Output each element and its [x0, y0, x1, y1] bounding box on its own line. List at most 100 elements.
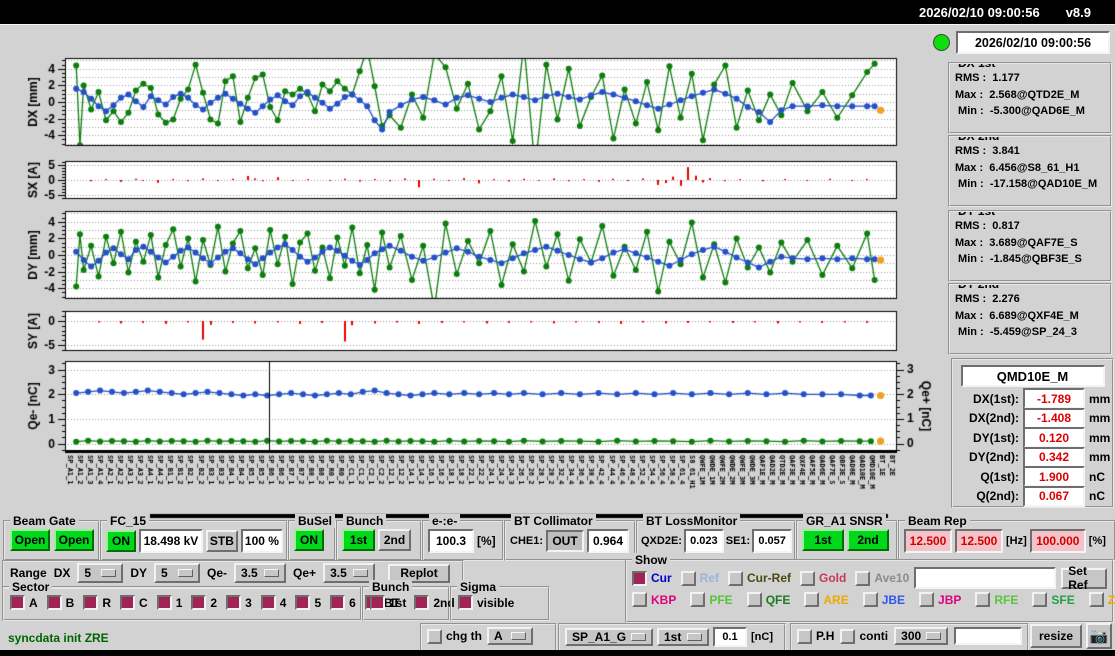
checkbox-icon[interactable]: [414, 595, 430, 610]
ref-file-input[interactable]: [914, 567, 1057, 589]
gr-a1-1st-button[interactable]: 1st: [802, 529, 844, 551]
status-check-chg-th[interactable]: chg th: [427, 628, 482, 644]
checkbox-icon[interactable]: [260, 595, 276, 610]
resize-button[interactable]: resize: [1030, 624, 1082, 648]
show-check-jbe[interactable]: JBE: [862, 592, 905, 607]
checkbox-icon[interactable]: [862, 592, 878, 607]
checkbox-icon[interactable]: [1088, 592, 1104, 607]
chg-th-select[interactable]: A: [487, 627, 533, 645]
fc15-stb-button[interactable]: STB: [205, 530, 238, 552]
option-menu-icon: [264, 569, 280, 577]
checkbox-icon[interactable]: [975, 592, 991, 607]
show-check-cur[interactable]: Cur: [632, 570, 672, 586]
extra-input[interactable]: [954, 627, 1023, 645]
checkbox-icon[interactable]: [728, 570, 744, 586]
sector-check-4[interactable]: 4: [260, 595, 286, 610]
beam-rep-title: Beam Rep: [905, 514, 970, 528]
ee-ratio-value: 100.3: [428, 529, 474, 553]
show-check-qfe[interactable]: QFE: [746, 592, 790, 607]
range-qep-select[interactable]: 3.5: [323, 563, 376, 583]
checkbox-icon[interactable]: [919, 592, 935, 607]
bpm-select[interactable]: SP_A1_G: [565, 628, 653, 646]
sector-check-1[interactable]: 1: [156, 595, 182, 610]
show-check-ave10[interactable]: Ave10: [855, 570, 909, 586]
busel-on-button[interactable]: ON: [294, 529, 324, 551]
checkbox-icon[interactable]: [804, 592, 820, 607]
dy-1st-stats: DY 1st RMS : 0.817 Max : 3.689@QAF7E_S M…: [948, 210, 1112, 282]
bunch-1st-button[interactable]: 1st: [342, 529, 375, 551]
show-check-kbp[interactable]: KBP: [632, 592, 676, 607]
beam-gate-open2-button[interactable]: Open: [54, 529, 94, 551]
checkbox-icon[interactable]: [800, 570, 816, 586]
sigma-check-visible[interactable]: visible: [458, 595, 514, 610]
dx-2nd-stats-title: DX 2nd: [955, 137, 1003, 143]
checkbox-icon[interactable]: [1032, 592, 1048, 607]
checkbox-icon[interactable]: [191, 595, 207, 610]
threshold-field[interactable]: 0.1: [713, 627, 747, 647]
show-check-jbp[interactable]: JBP: [919, 592, 961, 607]
option-menu-icon: [353, 569, 369, 577]
show-check-are[interactable]: ARE: [804, 592, 849, 607]
checkbox-icon[interactable]: [295, 595, 311, 610]
fc15-on-button[interactable]: ON: [106, 530, 136, 552]
show-check-sfe[interactable]: SFE: [1032, 592, 1075, 607]
beam-gate-open1-button[interactable]: Open: [10, 529, 50, 551]
checkbox-icon[interactable]: [632, 570, 647, 586]
bunch-2nd-button[interactable]: 2nd: [378, 529, 411, 551]
checkbox-icon[interactable]: [855, 570, 871, 586]
checkbox-icon[interactable]: [632, 592, 647, 607]
sector-check-2[interactable]: 2: [191, 595, 217, 610]
status-check-conti[interactable]: conti: [840, 628, 888, 644]
checkbox-icon[interactable]: [370, 595, 385, 610]
checkbox-label: 1st: [389, 595, 407, 610]
gr-a1-2nd-button[interactable]: 2nd: [847, 529, 889, 551]
sector-check-5[interactable]: 5: [295, 595, 321, 610]
show-check-zre[interactable]: ZRE: [1088, 592, 1115, 607]
checkbox-icon[interactable]: [330, 595, 346, 610]
checkbox-icon[interactable]: [46, 595, 62, 610]
range-qem-select[interactable]: 3.5: [234, 563, 287, 583]
checkbox-icon[interactable]: [226, 595, 242, 610]
checkbox-icon[interactable]: [156, 595, 172, 610]
monitor-row-value: 0.342: [1023, 446, 1085, 468]
checkbox-icon[interactable]: [427, 628, 442, 644]
checkbox-icon[interactable]: [10, 595, 25, 610]
sector-check-6[interactable]: 6: [330, 595, 356, 610]
bunch-select[interactable]: 1st: [657, 628, 709, 646]
bunch-check-2nd[interactable]: 2nd: [414, 595, 455, 610]
show-check-gold[interactable]: Gold: [800, 570, 846, 586]
monitor-row: DY(2nd): 0.342 mm: [953, 446, 1112, 468]
che1-state-button[interactable]: OUT: [546, 530, 585, 552]
checkbox-icon[interactable]: [120, 595, 136, 610]
checkbox-icon[interactable]: [746, 592, 762, 607]
checkbox-icon[interactable]: [690, 592, 706, 607]
points-select[interactable]: 300: [894, 627, 949, 645]
checkbox-icon[interactable]: [840, 628, 856, 644]
sector-check-r[interactable]: R: [83, 595, 111, 610]
range-qem-value: 3.5: [241, 566, 258, 580]
checkbox-label: PFE: [709, 592, 733, 607]
show-check-pfe[interactable]: PFE: [690, 592, 733, 607]
set-ref-button[interactable]: Set Ref: [1061, 564, 1107, 592]
checkbox-icon[interactable]: [680, 570, 696, 586]
sigma-title: Sigma: [457, 580, 500, 594]
range-dy-select[interactable]: 5: [154, 563, 201, 583]
camera-button[interactable]: 📷: [1086, 623, 1112, 649]
monitor-row-unit: mm: [1089, 450, 1111, 465]
sector-check-c[interactable]: C: [120, 595, 148, 610]
monitor-row-value: -1.408: [1023, 407, 1085, 429]
show-check-ref[interactable]: Ref: [680, 570, 719, 586]
checkbox-label: B: [65, 595, 75, 610]
status-check-p-h[interactable]: P.H: [797, 628, 834, 644]
bunch-check-1st[interactable]: 1st: [370, 595, 406, 610]
sector-check-b[interactable]: B: [46, 595, 75, 610]
main-window: 2026/02/10 09:00:56 v8.9 Linac KEKB e- O…: [0, 0, 1115, 656]
sector-check-3[interactable]: 3: [226, 595, 252, 610]
checkbox-icon[interactable]: [797, 628, 812, 644]
show-check-cur-ref[interactable]: Cur-Ref: [728, 570, 791, 586]
checkbox-icon[interactable]: [458, 595, 473, 610]
range-dx-select[interactable]: 5: [77, 563, 124, 583]
show-check-rfe[interactable]: RFE: [975, 592, 1018, 607]
checkbox-icon[interactable]: [83, 595, 99, 610]
sector-check-a[interactable]: A: [10, 595, 38, 610]
